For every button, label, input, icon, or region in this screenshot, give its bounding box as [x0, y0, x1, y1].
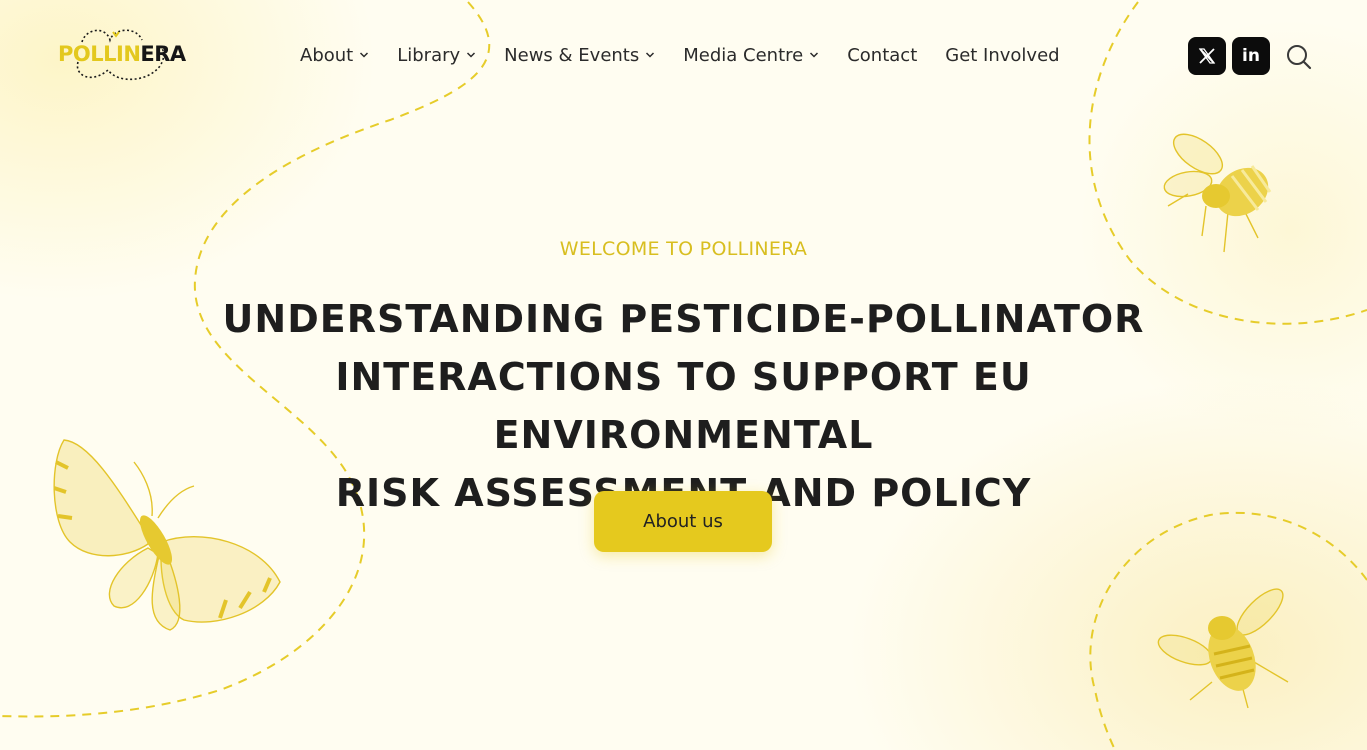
nav-item-label: News & Events: [504, 44, 640, 66]
nav-item-contact[interactable]: Contact: [847, 45, 917, 66]
nav-item-label: About: [300, 44, 354, 66]
chevron-down-icon: [810, 52, 819, 58]
chevron-down-icon: [646, 52, 655, 58]
bumblebee-illustration-icon: [1157, 588, 1289, 709]
chevron-down-icon: [467, 52, 476, 58]
nav-item-media-centre[interactable]: Media Centre: [683, 45, 819, 66]
nav-item-label: Library: [397, 44, 461, 66]
search-icon[interactable]: [1285, 43, 1313, 71]
logo-part-pollin: POLLIN: [58, 42, 141, 66]
nav-item-label: Get Involved: [945, 44, 1060, 66]
linkedin-icon: in: [1242, 46, 1260, 66]
about-us-button[interactable]: About us: [594, 491, 772, 552]
nav-item-about[interactable]: About: [300, 45, 369, 66]
nav-item-news-events[interactable]: News & Events: [504, 45, 655, 66]
x-twitter-button[interactable]: [1188, 37, 1226, 75]
nav-item-library[interactable]: Library: [397, 45, 476, 66]
homepage: POLLINERA About Library News & Events Me…: [0, 0, 1367, 750]
linkedin-button[interactable]: in: [1232, 37, 1270, 75]
chevron-down-icon: [360, 52, 369, 58]
nav-item-get-involved[interactable]: Get Involved: [945, 45, 1059, 66]
bee-illustration-icon: [1163, 133, 1272, 253]
nav-item-label: Media Centre: [683, 44, 804, 66]
x-twitter-icon: [1198, 48, 1216, 64]
nav-item-label: Contact: [847, 44, 918, 66]
hero-headline-line-2: INTERACTIONS TO SUPPORT EU ENVIRONMENTAL: [335, 355, 1032, 457]
hero-headline: UNDERSTANDING PESTICIDE-POLLINATOR INTER…: [150, 290, 1217, 522]
hero-headline-line-1: UNDERSTANDING PESTICIDE-POLLINATOR: [222, 297, 1145, 341]
pollinera-logo[interactable]: POLLINERA: [58, 26, 186, 86]
logo-part-era: ERA: [140, 42, 186, 66]
hero-eyebrow: WELCOME TO POLLINERA: [559, 238, 808, 260]
logo-wordmark: POLLINERA: [58, 42, 186, 66]
main-nav: About Library News & Events Media Centre…: [300, 42, 1060, 68]
